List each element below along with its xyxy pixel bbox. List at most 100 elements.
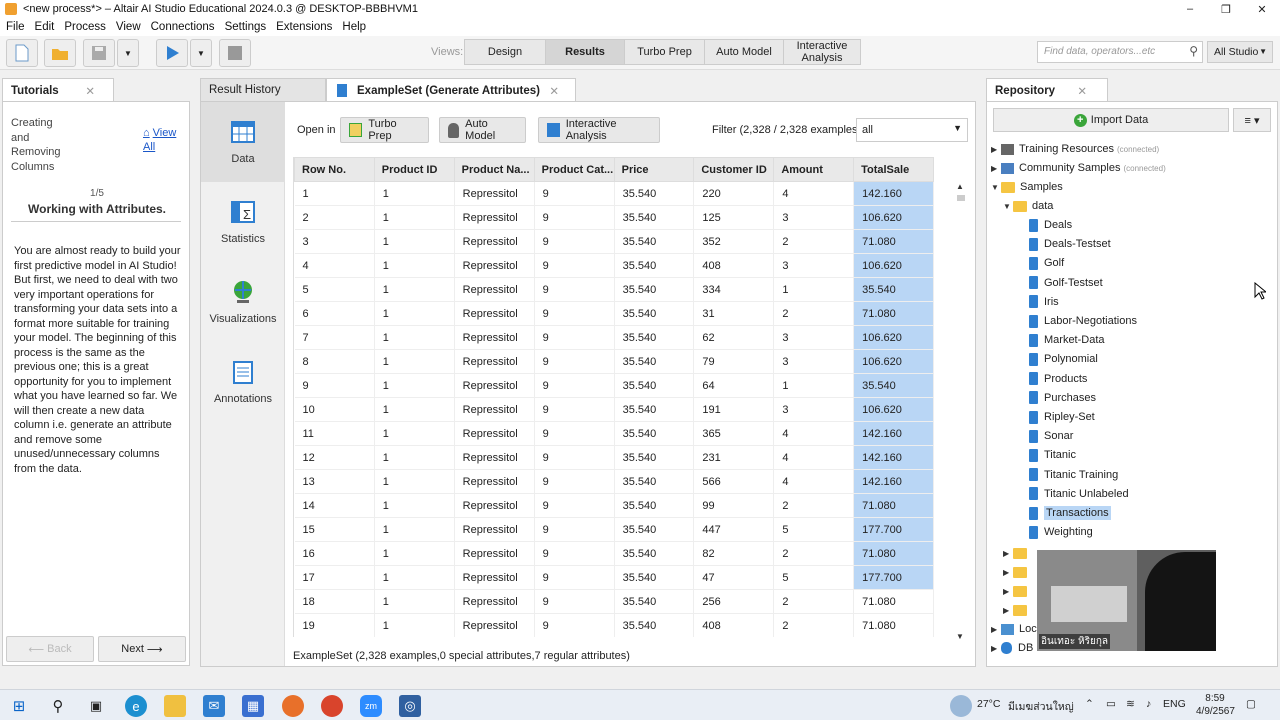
store-icon[interactable]: ▦ xyxy=(242,695,264,717)
back-button[interactable]: ⟵ Back xyxy=(6,636,94,662)
windows-start-icon[interactable]: ⊞ xyxy=(8,695,30,717)
table-cell[interactable]: 35.540 xyxy=(614,469,695,494)
table-cell[interactable]: 82 xyxy=(693,541,775,566)
table-cell[interactable]: 19 xyxy=(294,613,375,637)
sidenav-data[interactable]: Data xyxy=(201,102,285,182)
repository-item[interactable]: Labor-Negotiations xyxy=(1029,312,1137,330)
table-cell[interactable]: 1 xyxy=(294,181,375,206)
table-cell[interactable]: Repressitol xyxy=(454,469,535,494)
table-cell[interactable]: 1 xyxy=(773,373,855,398)
expand-icon[interactable]: ▶ xyxy=(1003,587,1013,596)
repository-item[interactable]: Titanic Training xyxy=(1029,466,1118,484)
collapse-icon[interactable]: ▼ xyxy=(1003,202,1013,211)
sidenav-annotations[interactable]: Annotations xyxy=(201,342,285,422)
tree-training-resources[interactable]: ▶ Training Resources (connected) xyxy=(991,140,1159,158)
table-cell[interactable]: 35.540 xyxy=(614,205,695,230)
table-cell[interactable]: 64 xyxy=(693,373,775,398)
table-cell[interactable]: 9 xyxy=(534,469,615,494)
table-row[interactable]: 5 1 Repressitol 9 35.540 334 1 35.540 xyxy=(294,277,934,302)
clock[interactable]: 8:59 4/9/2567 xyxy=(1196,692,1235,718)
menu-extensions[interactable]: Extensions xyxy=(276,21,332,33)
table-cell[interactable]: 1 xyxy=(374,613,455,637)
table-cell[interactable]: 9 xyxy=(534,277,615,302)
table-cell[interactable]: 1 xyxy=(374,541,455,566)
table-cell[interactable]: 256 xyxy=(693,589,775,614)
import-data-button[interactable]: + Import Data xyxy=(993,108,1229,132)
table-cell[interactable]: 334 xyxy=(693,277,775,302)
table-cell[interactable]: 191 xyxy=(693,397,775,422)
table-cell[interactable]: 35.540 xyxy=(614,349,695,374)
maximize-button[interactable]: ❐ xyxy=(1208,0,1244,18)
expand-icon[interactable]: ▶ xyxy=(991,164,1001,173)
menu-connections[interactable]: Connections xyxy=(151,21,215,33)
table-cell[interactable]: 231 xyxy=(693,445,775,470)
table-cell[interactable]: 35.540 xyxy=(614,229,695,254)
sidenav-visualizations[interactable]: Visualizations xyxy=(201,262,285,342)
chrome-icon[interactable] xyxy=(321,695,343,717)
repository-item[interactable]: Golf-Testset xyxy=(1029,274,1103,292)
table-row[interactable]: 7 1 Repressitol 9 35.540 62 3 106.620 xyxy=(294,325,934,350)
table-cell[interactable]: 35.540 xyxy=(614,493,695,518)
close-window-button[interactable]: ✕ xyxy=(1244,0,1280,18)
vertical-scrollbar[interactable]: ▲ ▼ xyxy=(954,182,968,644)
table-cell[interactable]: 17 xyxy=(294,565,375,590)
scroll-up-icon[interactable]: ▲ xyxy=(956,182,964,191)
table-row[interactable]: 19 1 Repressitol 9 35.540 408 2 71.080 xyxy=(294,613,934,637)
menu-help[interactable]: Help xyxy=(342,21,366,33)
table-cell[interactable]: 99 xyxy=(693,493,775,518)
zoom-icon[interactable]: zm xyxy=(360,695,382,717)
weather-text[interactable]: มีเมฆส่วนใหญ่ xyxy=(1008,698,1074,715)
table-cell[interactable]: 1 xyxy=(374,349,455,374)
table-cell[interactable]: 220 xyxy=(693,181,775,206)
close-icon[interactable]: ✕ xyxy=(1077,84,1087,98)
open-interactive-analysis-button[interactable]: Interactive Analysis xyxy=(538,117,660,143)
table-cell[interactable]: 9 xyxy=(534,397,615,422)
table-cell[interactable]: 9 xyxy=(534,517,615,542)
table-cell[interactable]: 1 xyxy=(374,205,455,230)
table-cell[interactable]: Repressitol xyxy=(454,589,535,614)
table-cell[interactable]: 2 xyxy=(294,205,375,230)
repository-item[interactable]: Deals-Testset xyxy=(1029,235,1111,253)
minimize-button[interactable]: – xyxy=(1172,0,1208,18)
repository-item[interactable]: Deals xyxy=(1029,216,1072,234)
table-row[interactable]: 10 1 Repressitol 9 35.540 191 3 106.620 xyxy=(294,397,934,422)
table-cell[interactable]: 5 xyxy=(294,277,375,302)
table-cell[interactable]: 4 xyxy=(773,469,855,494)
table-cell[interactable]: 2 xyxy=(773,229,855,254)
table-cell[interactable]: 1 xyxy=(374,229,455,254)
table-cell[interactable]: Repressitol xyxy=(454,373,535,398)
table-cell[interactable]: 1 xyxy=(374,181,455,206)
task-view-icon[interactable]: ▣ xyxy=(85,695,107,717)
table-cell[interactable]: 106.620 xyxy=(853,349,934,374)
table-cell[interactable]: 71.080 xyxy=(853,493,934,518)
table-cell[interactable]: 35.540 xyxy=(614,277,695,302)
view-auto-model[interactable]: Auto Model xyxy=(704,39,784,65)
table-cell[interactable]: 71.080 xyxy=(853,229,934,254)
wifi-icon[interactable]: ≋ xyxy=(1126,698,1135,710)
table-cell[interactable]: 7 xyxy=(294,325,375,350)
menu-view[interactable]: View xyxy=(116,21,141,33)
table-cell[interactable]: 9 xyxy=(534,373,615,398)
sidenav-statistics[interactable]: Σ Statistics xyxy=(201,182,285,262)
table-cell[interactable]: 71.080 xyxy=(853,301,934,326)
table-cell[interactable]: 1 xyxy=(374,565,455,590)
table-cell[interactable]: 3 xyxy=(773,325,855,350)
table-cell[interactable]: 14 xyxy=(294,493,375,518)
table-cell[interactable]: Repressitol xyxy=(454,277,535,302)
table-cell[interactable]: Repressitol xyxy=(454,229,535,254)
table-cell[interactable]: 1 xyxy=(374,469,455,494)
table-cell[interactable]: 142.160 xyxy=(853,421,934,446)
table-cell[interactable]: 408 xyxy=(693,253,775,278)
repository-item[interactable]: Purchases xyxy=(1029,389,1096,407)
table-cell[interactable]: Repressitol xyxy=(454,325,535,350)
table-cell[interactable]: Repressitol xyxy=(454,397,535,422)
table-row[interactable]: 1 1 Repressitol 9 35.540 220 4 142.160 xyxy=(294,181,934,206)
table-cell[interactable]: 1 xyxy=(374,373,455,398)
table-cell[interactable]: 9 xyxy=(534,349,615,374)
table-row[interactable]: 8 1 Repressitol 9 35.540 79 3 106.620 xyxy=(294,349,934,374)
table-cell[interactable]: 3 xyxy=(773,349,855,374)
save-dropdown[interactable]: ▼ xyxy=(117,39,139,67)
repository-item[interactable]: Titanic xyxy=(1029,446,1076,464)
open-auto-model-button[interactable]: Auto Model xyxy=(439,117,526,143)
column-header[interactable]: TotalSale xyxy=(853,157,934,182)
